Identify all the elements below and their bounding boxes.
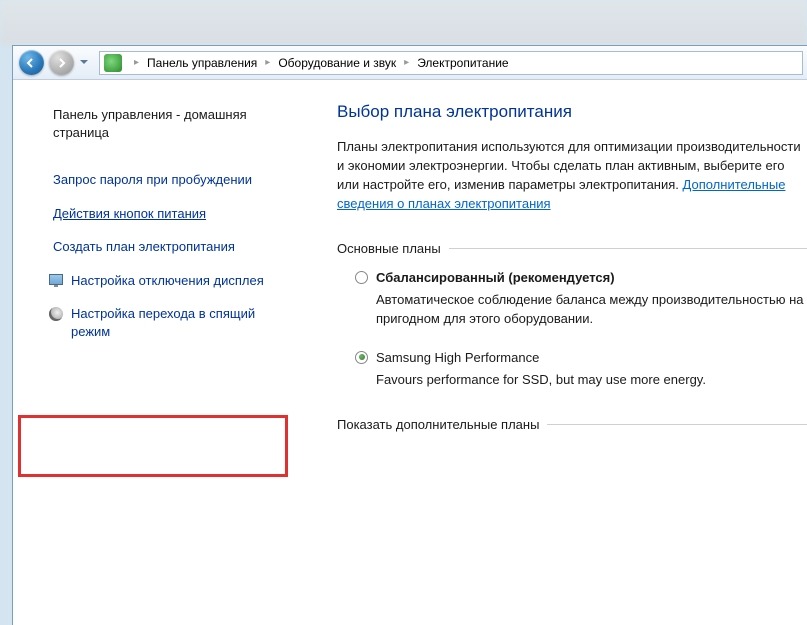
sidebar-item-label: Создать план электропитания xyxy=(53,239,235,254)
plan-description: Favours performance for SSD, but may use… xyxy=(376,371,807,389)
sidebar-item-create-plan[interactable]: Создать план электропитания xyxy=(31,230,297,264)
plan-balanced: Сбалансированный (рекомендуется) Автомат… xyxy=(355,270,807,327)
sidebar-home-link[interactable]: Панель управления - домашняя страница xyxy=(31,98,297,149)
main-panel: Выбор плана электропитания Планы электро… xyxy=(297,80,807,625)
sidebar: Панель управления - домашняя страница За… xyxy=(13,80,297,625)
section-additional-plans[interactable]: Показать дополнительные планы xyxy=(337,417,807,432)
radio-checked[interactable] xyxy=(355,351,368,364)
monitor-icon xyxy=(49,274,65,290)
forward-button[interactable] xyxy=(47,49,75,77)
navigation-bar: ▸ Панель управления ▸ Оборудование и зву… xyxy=(13,46,807,80)
plan-radio-row[interactable]: Сбалансированный (рекомендуется) xyxy=(355,270,807,285)
plan-description: Автоматическое соблюдение баланса между … xyxy=(376,291,807,327)
chevron-right-icon: ▸ xyxy=(404,57,409,68)
arrow-left-icon xyxy=(25,57,37,69)
sidebar-item-display-off[interactable]: Настройка отключения дисплея xyxy=(31,264,297,298)
plan-radio-row[interactable]: Samsung High Performance xyxy=(355,350,807,365)
plan-samsung: Samsung High Performance Favours perform… xyxy=(355,350,807,389)
sidebar-item-label: Действия кнопок питания xyxy=(53,206,206,221)
moon-icon xyxy=(49,307,65,323)
plan-name: Samsung High Performance xyxy=(376,350,539,365)
page-title: Выбор плана электропитания xyxy=(337,102,807,122)
arrow-right-icon xyxy=(55,57,67,69)
control-panel-window: ▸ Панель управления ▸ Оборудование и зву… xyxy=(12,45,807,625)
breadcrumb-part[interactable]: Электропитание xyxy=(417,56,508,70)
back-button[interactable] xyxy=(17,49,45,77)
history-dropdown[interactable] xyxy=(77,49,91,77)
section-main-plans: Основные планы xyxy=(337,241,807,256)
plan-name: Сбалансированный (рекомендуется) xyxy=(376,270,615,285)
content-area: Панель управления - домашняя страница За… xyxy=(13,80,807,625)
sidebar-item-label: Настройка отключения дисплея xyxy=(71,273,264,288)
sidebar-home-label: Панель управления - домашняя страница xyxy=(53,107,247,140)
highlight-annotation xyxy=(18,415,288,477)
chevron-right-icon: ▸ xyxy=(134,57,139,68)
chevron-right-icon: ▸ xyxy=(265,57,270,68)
breadcrumb-part[interactable]: Панель управления xyxy=(147,56,257,70)
sidebar-item-power-buttons[interactable]: Действия кнопок питания xyxy=(31,197,297,231)
chevron-down-icon xyxy=(80,60,88,65)
breadcrumb-part[interactable]: Оборудование и звук xyxy=(278,56,396,70)
breadcrumb[interactable]: ▸ Панель управления ▸ Оборудование и зву… xyxy=(99,51,803,75)
sidebar-item-password[interactable]: Запрос пароля при пробуждении xyxy=(31,163,297,197)
radio-unchecked[interactable] xyxy=(355,271,368,284)
sidebar-item-sleep[interactable]: Настройка перехода в спящий режим xyxy=(31,297,297,348)
sidebar-item-label: Запрос пароля при пробуждении xyxy=(53,172,252,187)
control-panel-icon xyxy=(104,54,122,72)
sidebar-item-label: Настройка перехода в спящий режим xyxy=(71,306,255,339)
page-description: Планы электропитания используются для оп… xyxy=(337,138,807,213)
